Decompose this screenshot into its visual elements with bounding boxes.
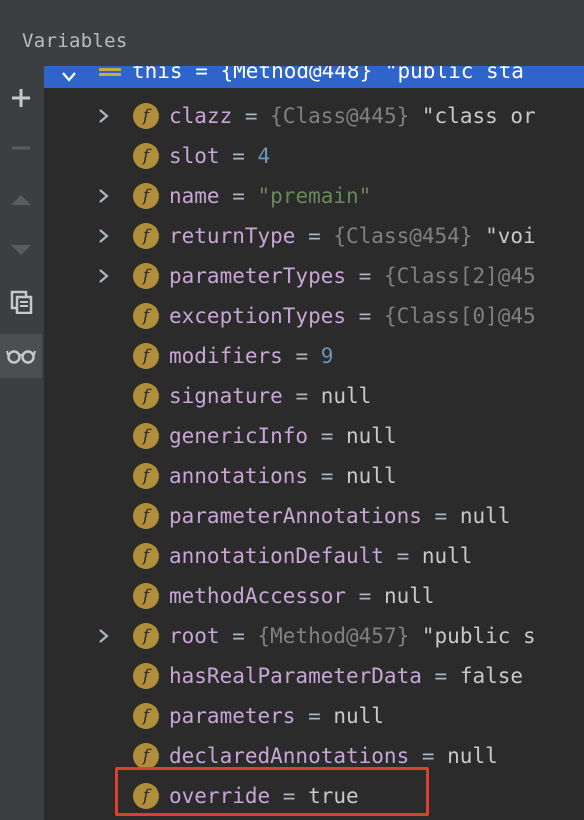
field-icon: f bbox=[133, 103, 159, 129]
field-ref: {Method@457} bbox=[257, 624, 410, 648]
tree-row-modifiers[interactable]: f modifiers = 9 bbox=[44, 336, 584, 376]
field-name: slot bbox=[169, 144, 220, 168]
field-value: null bbox=[459, 504, 511, 528]
field-value: null bbox=[383, 584, 435, 608]
tree-row-slot[interactable]: f slot = 4 bbox=[44, 136, 584, 176]
field-value: 9 bbox=[320, 344, 334, 368]
tree-row-root[interactable]: f root = {Method@457} "public s bbox=[44, 616, 584, 656]
tree-row-returnType[interactable]: f returnType = {Class@454} "voi bbox=[44, 216, 584, 256]
field-icon: f bbox=[133, 663, 159, 689]
field-value: 4 bbox=[257, 144, 271, 168]
field-name: root bbox=[169, 624, 220, 648]
field-icon: f bbox=[133, 303, 159, 329]
panel-title: Variables bbox=[22, 30, 128, 52]
field-icon: f bbox=[133, 183, 159, 209]
field-icon: f bbox=[133, 743, 159, 769]
show-watches-toggle[interactable] bbox=[0, 334, 42, 378]
tree-row-parameterTypes[interactable]: f parameterTypes = {Class[2]@45 bbox=[44, 256, 584, 296]
tree-row-annotationDefault[interactable]: f annotationDefault = null bbox=[44, 536, 584, 576]
field-name: parameters bbox=[169, 704, 296, 728]
field-ref: {Class[2]@45 bbox=[383, 264, 536, 288]
chevron-right-icon[interactable] bbox=[94, 216, 114, 256]
highlight-annotation bbox=[115, 767, 429, 816]
field-name: hasRealParameterData bbox=[169, 664, 422, 688]
field-icon: f bbox=[133, 703, 159, 729]
field-ref: {Class@445} bbox=[270, 104, 410, 128]
field-name: signature bbox=[169, 384, 283, 408]
field-value: "public s bbox=[421, 624, 536, 648]
arrow-up-icon bbox=[11, 195, 31, 205]
field-value: null bbox=[346, 424, 397, 448]
tree-row-methodAccessor[interactable]: f methodAccessor = null bbox=[44, 576, 584, 616]
tree-row-exceptionTypes[interactable]: f exceptionTypes = {Class[0]@45 bbox=[44, 296, 584, 336]
field-value: "voi bbox=[485, 224, 536, 248]
field-name: parameterTypes bbox=[169, 264, 347, 288]
plus-icon bbox=[12, 89, 30, 107]
field-value: null bbox=[421, 544, 473, 568]
new-watch-button[interactable] bbox=[0, 76, 42, 120]
field-ref: {Class@454} bbox=[333, 224, 473, 248]
arrow-down-icon bbox=[11, 245, 31, 255]
field-name: modifiers bbox=[169, 344, 283, 368]
tree-row-parameters[interactable]: f parameters = null bbox=[44, 696, 584, 736]
chevron-right-icon[interactable] bbox=[94, 616, 114, 656]
tree-row-genericInfo[interactable]: f genericInfo = null bbox=[44, 416, 584, 456]
object-icon bbox=[99, 68, 121, 82]
tree-row-clazz[interactable]: f clazz = {Class@445} "class or bbox=[44, 96, 584, 136]
move-up-button[interactable] bbox=[0, 178, 42, 222]
tree-row-this[interactable]: this = {Method@448} "public sta bbox=[44, 66, 584, 88]
field-icon: f bbox=[133, 583, 159, 609]
field-name: genericInfo bbox=[169, 424, 309, 448]
chevron-down-icon[interactable] bbox=[59, 66, 79, 88]
field-name: clazz bbox=[169, 104, 233, 128]
minus-icon bbox=[12, 146, 30, 150]
chevron-right-icon[interactable] bbox=[94, 96, 114, 136]
field-name: annotationDefault bbox=[169, 544, 384, 568]
duplicate-watch-button[interactable] bbox=[0, 280, 42, 324]
variables-tree[interactable]: this = {Method@448} "public sta f clazz =… bbox=[44, 66, 584, 820]
field-name: declaredAnnotations bbox=[169, 744, 410, 768]
glasses-icon bbox=[6, 350, 36, 364]
tree-row-hasRealParameterData[interactable]: f hasRealParameterData = false bbox=[44, 656, 584, 696]
field-ref: {Class[0]@45 bbox=[383, 304, 536, 328]
field-icon: f bbox=[133, 263, 159, 289]
field-name: annotations bbox=[169, 464, 309, 488]
field-name: returnType bbox=[169, 224, 296, 248]
field-icon: f bbox=[133, 383, 159, 409]
panel-header: Variables bbox=[0, 0, 584, 66]
debugger-toolbar bbox=[0, 66, 44, 820]
field-icon: f bbox=[133, 463, 159, 489]
field-icon: f bbox=[133, 343, 159, 369]
field-icon: f bbox=[133, 623, 159, 649]
tree-row-annotations[interactable]: f annotations = null bbox=[44, 456, 584, 496]
field-value: "class or bbox=[421, 104, 536, 128]
field-icon: f bbox=[133, 143, 159, 169]
field-icon: f bbox=[133, 223, 159, 249]
chevron-right-icon[interactable] bbox=[94, 176, 114, 216]
field-name: methodAccessor bbox=[169, 584, 347, 608]
tree-row-name[interactable]: f name = "premain" bbox=[44, 176, 584, 216]
field-value: null bbox=[346, 464, 397, 488]
copy-icon bbox=[10, 290, 33, 314]
field-name: name bbox=[169, 184, 220, 208]
field-value: null bbox=[333, 704, 384, 728]
this-value: this = {Method@448} "public sta bbox=[132, 66, 524, 83]
chevron-right-icon[interactable] bbox=[94, 256, 114, 296]
field-name: exceptionTypes bbox=[169, 304, 347, 328]
field-icon: f bbox=[133, 543, 159, 569]
tree-row-parameterAnnotations[interactable]: f parameterAnnotations = null bbox=[44, 496, 584, 536]
move-down-button[interactable] bbox=[0, 228, 42, 272]
field-value: null bbox=[447, 744, 498, 768]
field-icon: f bbox=[133, 423, 159, 449]
tree-row-signature[interactable]: f signature = null bbox=[44, 376, 584, 416]
field-name: parameterAnnotations bbox=[169, 504, 422, 528]
field-value: "premain" bbox=[257, 184, 372, 208]
field-value: false bbox=[459, 664, 524, 688]
field-value: null bbox=[320, 384, 372, 408]
remove-watch-button[interactable] bbox=[0, 126, 42, 170]
field-icon: f bbox=[133, 503, 159, 529]
